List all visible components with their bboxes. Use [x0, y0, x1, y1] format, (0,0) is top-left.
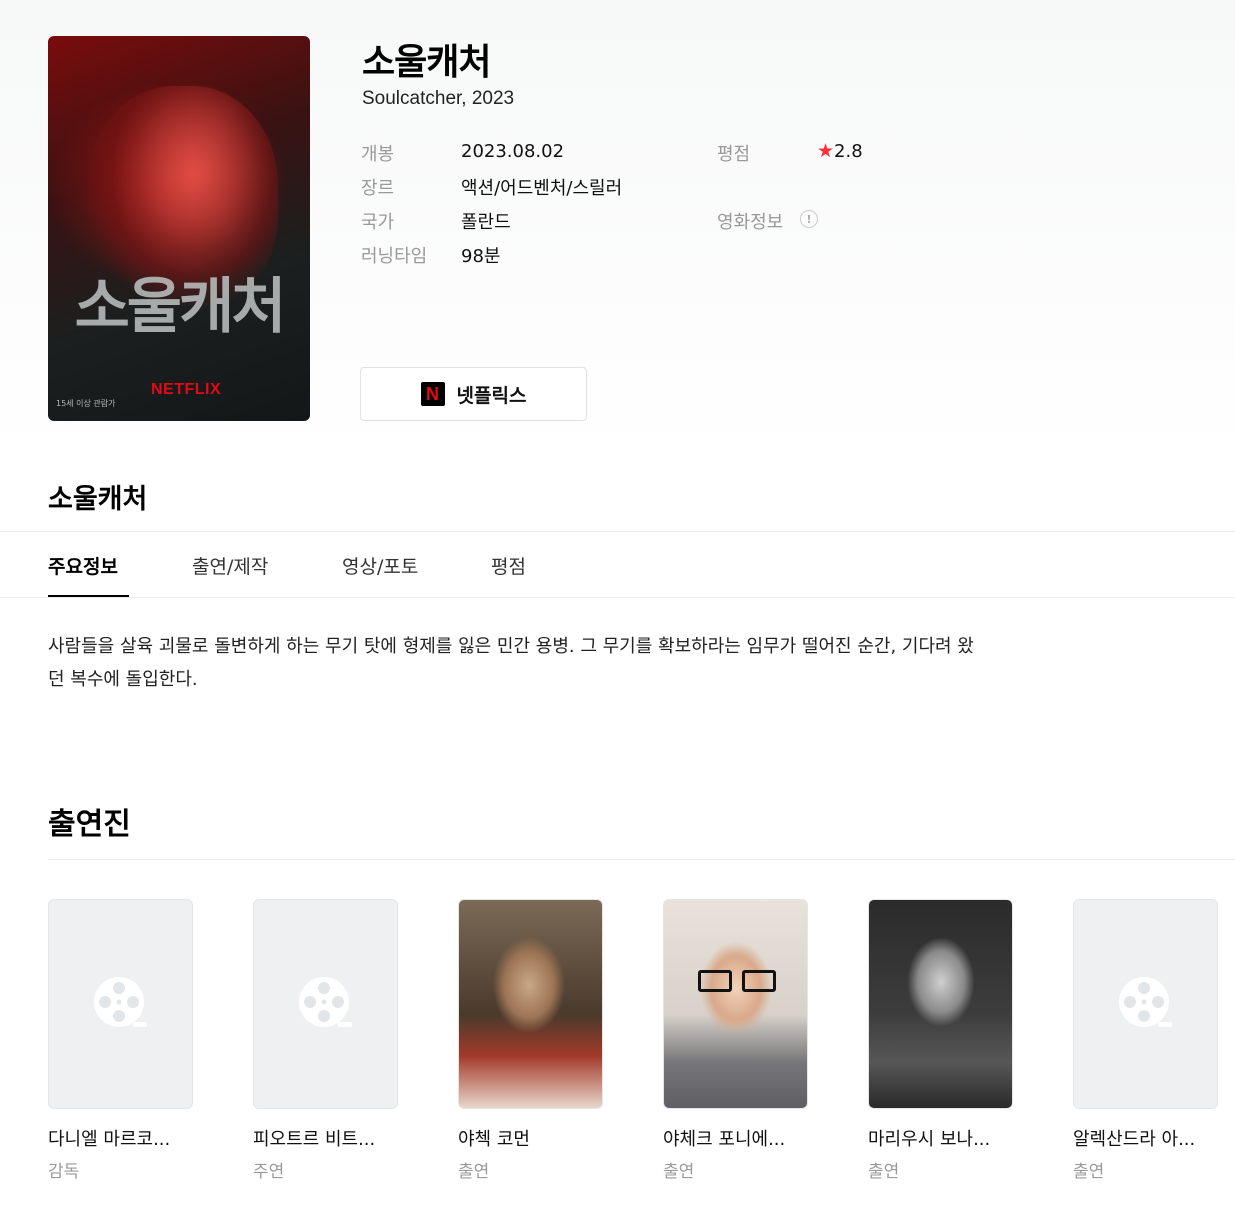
- cast-name[interactable]: 피오트르 비트...: [253, 1125, 398, 1151]
- cast-photo-placeholder[interactable]: [1073, 899, 1218, 1109]
- film-reel-icon: [298, 977, 352, 1027]
- cast-card[interactable]: 피오트르 비트... 주연: [253, 899, 398, 1182]
- rating-label: 평점: [717, 144, 751, 165]
- country-value: 폴란드: [461, 212, 511, 233]
- section-divider: [0, 531, 1235, 532]
- cast-role: 출연: [868, 1162, 900, 1182]
- runtime-value: 98분: [461, 246, 501, 267]
- cast-divider: [48, 859, 1235, 860]
- tab-reviews[interactable]: 평점: [491, 552, 526, 579]
- cast-name[interactable]: 마리우시 보나...: [868, 1125, 1013, 1151]
- cast-card[interactable]: 마리우시 보나... 출연: [868, 899, 1013, 1182]
- cast-role: 출연: [663, 1162, 695, 1182]
- tab-cast-crew[interactable]: 출연/제작: [192, 552, 268, 579]
- cast-photo-placeholder[interactable]: [253, 899, 398, 1109]
- movie-title: 소울캐처: [362, 42, 491, 83]
- rating-value-group: ★2.8: [817, 140, 863, 162]
- cast-section-title: 출연진: [48, 807, 131, 842]
- poster-title-text: 소울캐처: [74, 272, 287, 342]
- synopsis-line-2: 던 복수에 돌입한다.: [48, 669, 198, 690]
- cast-role: 주연: [253, 1162, 285, 1182]
- poster-age-rating: 15세 이상 관람가: [56, 399, 116, 408]
- cast-photo[interactable]: [663, 899, 808, 1109]
- runtime-label: 러닝타임: [361, 246, 428, 267]
- cast-card[interactable]: 야체크 포니에... 출연: [663, 899, 808, 1182]
- genre-value: 액션/어드벤처/스릴러: [461, 178, 623, 199]
- cast-name[interactable]: 다니엘 마르코...: [48, 1125, 193, 1151]
- glasses-decoration: [698, 970, 776, 994]
- release-value: 2023.08.02: [461, 141, 565, 162]
- movie-original-title-year: Soulcatcher, 2023: [362, 88, 515, 109]
- cast-role: 출연: [1073, 1162, 1105, 1182]
- movie-info-label[interactable]: 영화정보: [717, 208, 783, 234]
- netflix-watch-button[interactable]: N 넷플릭스: [360, 367, 587, 421]
- rating-value: 2.8: [834, 141, 863, 162]
- tab-video-photo[interactable]: 영상/포토: [342, 552, 418, 579]
- genre-label: 장르: [361, 178, 395, 199]
- netflix-watch-label: 넷플릭스: [456, 384, 527, 407]
- movie-poster[interactable]: 소울캐처 NETFLIX 15세 이상 관람가: [48, 36, 310, 421]
- info-icon[interactable]: !: [800, 210, 818, 228]
- netflix-logo-icon: N: [420, 382, 445, 406]
- tab-main-info[interactable]: 주요정보: [48, 552, 118, 579]
- tabs-divider: [0, 597, 1235, 598]
- cast-card[interactable]: 야첵 코먼 출연: [458, 899, 603, 1182]
- cast-name[interactable]: 야첵 코먼: [458, 1125, 603, 1151]
- cast-photo[interactable]: [868, 899, 1013, 1109]
- poster-brand-text: NETFLIX: [151, 381, 222, 398]
- cast-photo[interactable]: [458, 899, 603, 1109]
- synopsis-line-1: 사람들을 살육 괴물로 돌변하게 하는 무기 탓에 형제를 잃은 민간 용병. …: [48, 636, 974, 657]
- cast-card[interactable]: 다니엘 마르코... 감독: [48, 899, 193, 1182]
- synopsis: 사람들을 살육 괴물로 돌변하게 하는 무기 탓에 형제를 잃은 민간 용병. …: [48, 630, 1048, 696]
- cast-role: 감독: [48, 1162, 80, 1182]
- cast-name[interactable]: 야체크 포니에...: [663, 1125, 808, 1151]
- cast-photo-placeholder[interactable]: [48, 899, 193, 1109]
- release-label: 개봉: [361, 144, 395, 165]
- cast-name[interactable]: 알렉산드라 아...: [1073, 1125, 1218, 1151]
- section-title: 소울캐처: [48, 484, 148, 515]
- cast-role: 출연: [458, 1162, 490, 1182]
- cast-card[interactable]: 알렉산드라 아... 출연: [1073, 899, 1218, 1182]
- film-reel-icon: [1118, 977, 1172, 1027]
- country-label: 국가: [361, 212, 395, 233]
- film-reel-icon: [93, 977, 147, 1027]
- star-icon: ★: [817, 140, 835, 162]
